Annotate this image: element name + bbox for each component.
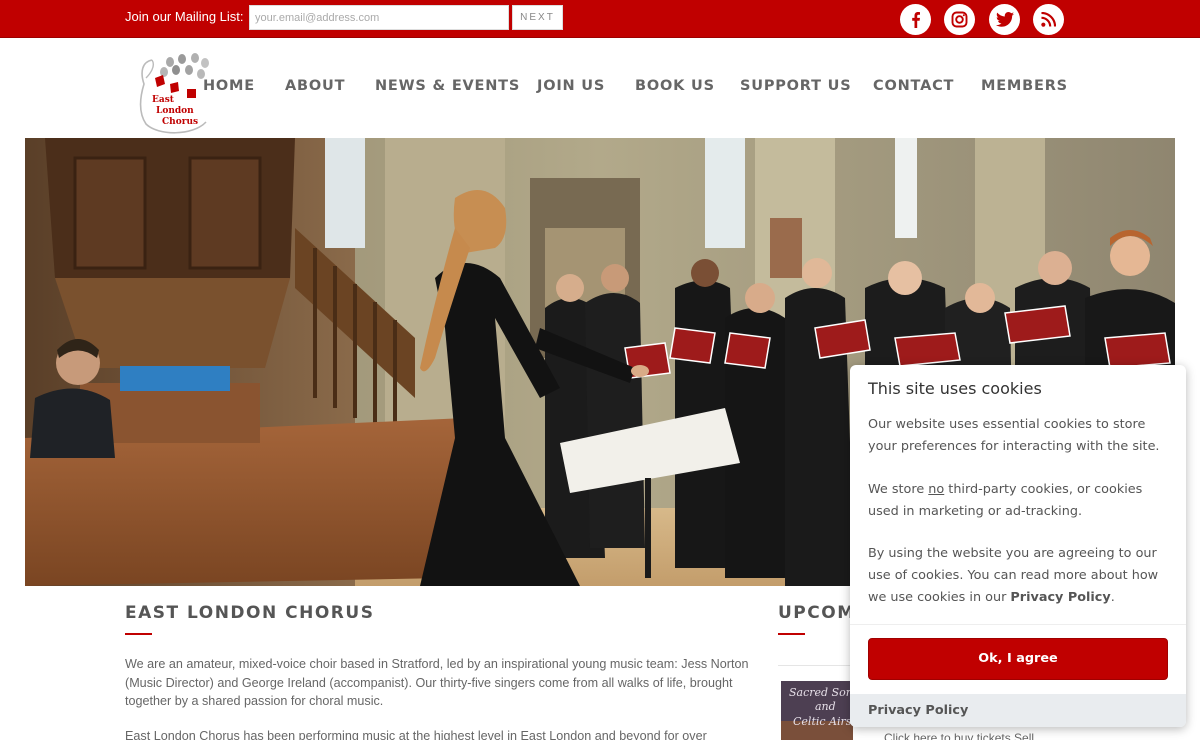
cookie-footer: Privacy Policy bbox=[850, 694, 1186, 727]
event-thumbnail[interactable]: Sacred Songs and Celtic Airs bbox=[781, 681, 853, 740]
agree-button[interactable]: Ok, I agree bbox=[868, 638, 1168, 680]
mailing-list-label: Join our Mailing List: bbox=[125, 9, 244, 24]
footer-privacy-policy-link[interactable]: Privacy Policy bbox=[868, 703, 968, 718]
event-ticket-link[interactable]: Click here to buy tickets Sell bbox=[884, 731, 1034, 740]
cookie-text-2: We store no third-party cookies, or cook… bbox=[868, 482, 1143, 519]
cookie-privacy-policy-link[interactable]: Privacy Policy bbox=[1010, 590, 1110, 605]
nav-home[interactable]: HOME bbox=[203, 78, 255, 94]
event-thumb-text-1: Sacred Songs bbox=[789, 686, 853, 699]
cookie-consent-panel: This site uses cookies Our website uses … bbox=[850, 365, 1186, 727]
mailing-list-bar: Join our Mailing List: NEXT bbox=[0, 0, 1200, 38]
event-thumb-text-3: Celtic Airs bbox=[793, 715, 852, 728]
mailing-email-input[interactable] bbox=[249, 5, 509, 30]
nav-about[interactable]: ABOUT bbox=[285, 78, 345, 94]
logo-text-chorus: Chorus bbox=[162, 117, 198, 127]
cookie-divider bbox=[850, 624, 1186, 625]
cookie-no-emphasis: no bbox=[928, 482, 945, 497]
nav-support-us[interactable]: SUPPORT US bbox=[740, 78, 851, 94]
page-title: EAST LONDON CHORUS bbox=[125, 603, 375, 623]
upcoming-underline bbox=[778, 633, 805, 635]
nav-join-us[interactable]: JOIN US bbox=[537, 78, 605, 94]
upcoming-divider bbox=[778, 665, 858, 666]
nav-news-events[interactable]: NEWS & EVENTS bbox=[375, 78, 520, 94]
mailing-next-button[interactable]: NEXT bbox=[512, 5, 563, 30]
event-thumb-text-2: and bbox=[815, 700, 836, 713]
cookie-title: This site uses cookies bbox=[868, 379, 1042, 398]
title-underline bbox=[125, 633, 152, 635]
nav-book-us[interactable]: BOOK US bbox=[635, 78, 715, 94]
logo-text-london: London bbox=[156, 106, 194, 116]
rss-icon[interactable] bbox=[1033, 4, 1064, 35]
east-london-chorus-logo[interactable]: East London Chorus bbox=[138, 52, 212, 134]
nav-members[interactable]: MEMBERS bbox=[981, 78, 1068, 94]
logo-text-east: East bbox=[152, 95, 175, 105]
cookie-text-3: By using the website you are agreeing to… bbox=[868, 546, 1159, 605]
twitter-icon[interactable] bbox=[989, 4, 1020, 35]
intro-paragraph-2: East London Chorus has been performing m… bbox=[125, 729, 707, 740]
intro-paragraph-1: We are an amateur, mixed-voice choir bas… bbox=[125, 657, 749, 708]
facebook-icon[interactable] bbox=[900, 4, 931, 35]
instagram-icon[interactable] bbox=[944, 4, 975, 35]
cookie-text-1: Our website uses essential cookies to st… bbox=[868, 417, 1160, 454]
nav-contact[interactable]: CONTACT bbox=[873, 78, 954, 94]
